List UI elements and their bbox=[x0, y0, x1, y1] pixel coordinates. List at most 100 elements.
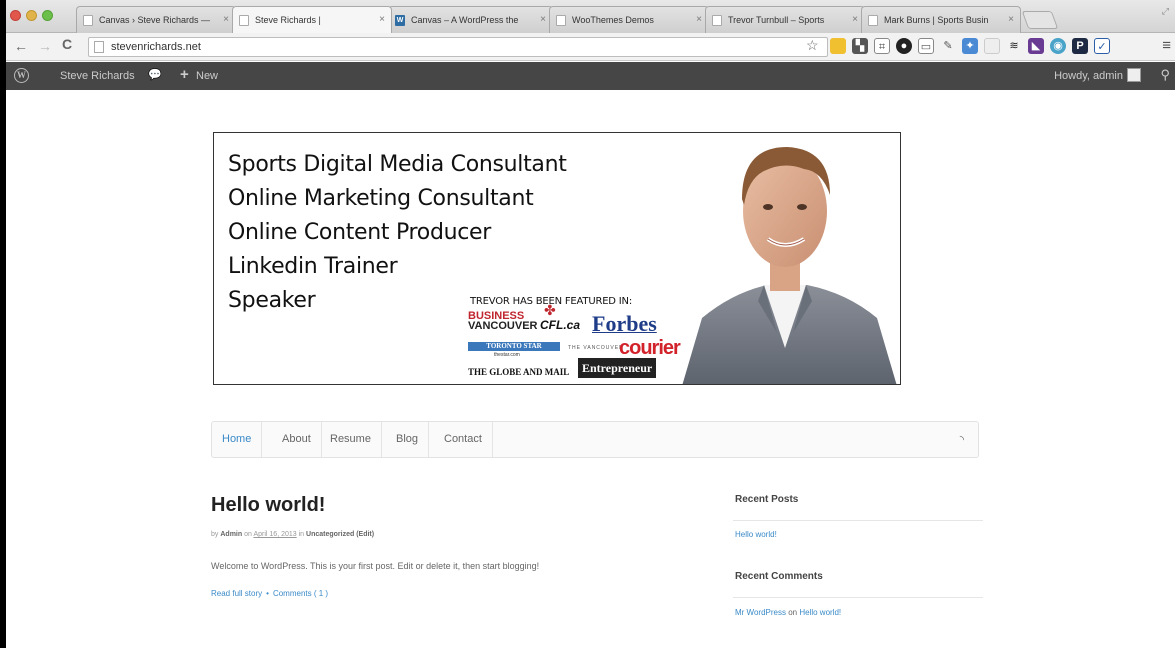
post-links: Read full story • Comments ( 1 ) bbox=[211, 589, 328, 598]
tab-strip: Canvas › Steve Richards — × Steve Richar… bbox=[6, 0, 1175, 33]
wordpress-icon: W bbox=[395, 15, 405, 26]
close-icon[interactable]: × bbox=[1008, 14, 1014, 25]
header-banner[interactable]: Sports Digital Media Consultant Online M… bbox=[213, 132, 901, 385]
page-icon bbox=[712, 15, 722, 26]
widget-divider bbox=[733, 597, 983, 598]
tab-title: WooThemes Demos bbox=[572, 15, 654, 25]
role-line: Linkedin Trainer bbox=[228, 254, 398, 279]
comment-icon[interactable]: 💬 bbox=[148, 68, 162, 81]
post-date[interactable]: April 16, 2013 bbox=[253, 531, 296, 538]
close-icon[interactable]: × bbox=[223, 14, 229, 25]
meta-by: by bbox=[211, 531, 219, 538]
post-category[interactable]: Uncategorized bbox=[306, 531, 354, 538]
post-edit-link[interactable]: (Edit) bbox=[356, 531, 374, 538]
meta-on: on bbox=[244, 531, 252, 538]
nav-item-blog[interactable]: Blog bbox=[386, 422, 430, 457]
recent-post-link[interactable]: Hello world! bbox=[735, 530, 777, 539]
tab-steve-richards[interactable]: Steve Richards | × bbox=[232, 6, 392, 33]
tab-canvas-wordpress[interactable]: W Canvas – A WordPress the × bbox=[388, 6, 553, 33]
menu-icon[interactable]: ≡ bbox=[1162, 37, 1171, 54]
post-author[interactable]: Admin bbox=[220, 531, 242, 538]
portrait-photo bbox=[682, 147, 897, 384]
nav-item-resume[interactable]: Resume bbox=[320, 422, 382, 457]
plus-icon[interactable]: + bbox=[180, 66, 189, 83]
maple-leaf-icon: ✤ bbox=[544, 302, 556, 318]
primary-nav: Home About Resume Blog Contact ◝ bbox=[211, 421, 979, 458]
search-icon[interactable]: ⚲ bbox=[1160, 67, 1170, 83]
screen-extension-icon[interactable]: ▭ bbox=[918, 38, 934, 54]
comment-author-link[interactable]: Mr WordPress bbox=[735, 608, 786, 617]
close-icon[interactable]: × bbox=[852, 14, 858, 25]
maximize-window-button[interactable] bbox=[42, 10, 53, 21]
window-controls bbox=[10, 10, 53, 21]
recent-comments-title: Recent Comments bbox=[735, 571, 823, 582]
post-meta: by Admin on April 16, 2013 in Uncategori… bbox=[211, 531, 374, 538]
puzzle-extension-icon[interactable]: ✦ bbox=[962, 38, 978, 54]
nav-item-contact[interactable]: Contact bbox=[434, 422, 493, 457]
roles-list: Sports Digital Media Consultant Online M… bbox=[228, 148, 567, 318]
check-extension-icon[interactable]: ✓ bbox=[1094, 38, 1110, 54]
admin-site-name[interactable]: Steve Richards bbox=[60, 70, 135, 82]
tab-title: Canvas – A WordPress the bbox=[411, 15, 519, 25]
tab-title: Canvas › Steve Richards — bbox=[99, 15, 211, 25]
new-tab-button[interactable] bbox=[1021, 11, 1059, 29]
post-excerpt: Welcome to WordPress. This is your first… bbox=[211, 561, 540, 571]
pocket-extension-icon[interactable]: ◣ bbox=[1028, 38, 1044, 54]
wordpress-logo-icon[interactable]: W bbox=[14, 68, 29, 83]
page-icon bbox=[94, 41, 104, 53]
close-icon[interactable]: × bbox=[379, 14, 385, 25]
avatar[interactable] bbox=[1127, 68, 1141, 82]
page-icon bbox=[239, 15, 249, 26]
fullscreen-icon[interactable]: ⤢ bbox=[1162, 6, 1169, 17]
bullet-separator: • bbox=[266, 589, 269, 598]
address-bar[interactable]: stevenrichards.net bbox=[88, 37, 828, 57]
rss-icon[interactable]: ◝ bbox=[960, 433, 964, 446]
comment-post-link[interactable]: Hello world! bbox=[799, 608, 841, 617]
cfl-logo: CFL.ca bbox=[540, 318, 581, 332]
globe-and-mail-logo: THE GLOBE AND MAIL bbox=[468, 367, 570, 377]
howdy-user-link[interactable]: Howdy, admin bbox=[1054, 70, 1123, 82]
tab-woothemes[interactable]: WooThemes Demos × bbox=[549, 6, 709, 33]
tab-title: Trevor Turnbull – Sports bbox=[728, 15, 825, 25]
pen-extension-icon[interactable]: ✎ bbox=[940, 38, 956, 54]
tab-canvas-steve[interactable]: Canvas › Steve Richards — × bbox=[76, 6, 236, 33]
close-icon[interactable]: × bbox=[540, 14, 546, 25]
tab-trevor-turnbull[interactable]: Trevor Turnbull – Sports × bbox=[705, 6, 865, 33]
role-line: Online Content Producer bbox=[228, 220, 492, 245]
logo-text: VANCOUVER bbox=[468, 320, 538, 332]
buffer-extension-icon[interactable]: ≋ bbox=[1006, 38, 1022, 54]
back-arrow-icon[interactable]: ← bbox=[14, 38, 28, 54]
post-title[interactable]: Hello world! bbox=[211, 494, 325, 517]
nav-item-about[interactable]: About bbox=[272, 422, 322, 457]
url-text[interactable]: stevenrichards.net bbox=[111, 41, 201, 53]
read-more-link[interactable]: Read full story bbox=[211, 589, 262, 598]
note-extension-icon[interactable] bbox=[830, 38, 846, 54]
comments-link[interactable]: Comments ( 1 ) bbox=[273, 589, 328, 598]
recent-comment-item: Mr WordPress on Hello world! bbox=[735, 608, 841, 617]
minimize-window-button[interactable] bbox=[26, 10, 37, 21]
courier-logo: courier bbox=[619, 337, 681, 359]
close-window-button[interactable] bbox=[10, 10, 21, 21]
admin-new-link[interactable]: New bbox=[196, 70, 218, 82]
role-line: Online Marketing Consultant bbox=[228, 186, 534, 211]
box-extension-icon[interactable] bbox=[984, 38, 1000, 54]
widget-divider bbox=[733, 520, 983, 521]
close-icon[interactable]: × bbox=[696, 14, 702, 25]
forward-arrow-icon[interactable]: → bbox=[38, 38, 52, 54]
tab-mark-burns[interactable]: Mark Burns | Sports Busin × bbox=[861, 6, 1021, 33]
p-extension-icon[interactable]: P bbox=[1072, 38, 1088, 54]
recent-posts-title: Recent Posts bbox=[735, 494, 799, 505]
crop-extension-icon[interactable]: ⌗ bbox=[874, 38, 890, 54]
reload-icon[interactable]: C bbox=[62, 36, 72, 52]
tab-title: Mark Burns | Sports Busin bbox=[884, 15, 989, 25]
business-vancouver-logo: BUSINESS VANCOUVER bbox=[468, 311, 538, 332]
bookmark-star-icon[interactable]: ☆ bbox=[806, 37, 819, 54]
nav-item-home[interactable]: Home bbox=[212, 422, 263, 457]
forbes-logo: Forbes bbox=[592, 311, 657, 336]
entrepreneur-logo: Entrepreneur bbox=[578, 358, 657, 378]
page-icon bbox=[868, 15, 878, 26]
page-icon bbox=[83, 15, 93, 26]
dot-extension-icon[interactable]: ◉ bbox=[1050, 38, 1066, 54]
circle-extension-icon[interactable]: ● bbox=[896, 38, 912, 54]
qr-extension-icon[interactable]: ▚ bbox=[852, 38, 868, 54]
